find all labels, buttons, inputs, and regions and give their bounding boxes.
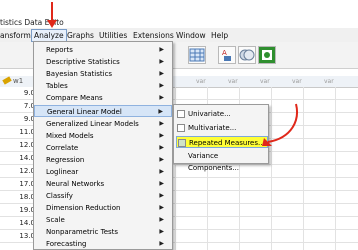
cell-w1[interactable]: 19.0 [0,204,36,216]
menu-item-label: Nonparametric Tests [46,228,119,236]
glm-submenu: Univariate... Multivariate... Repeated M… [173,104,269,172]
chevron-right-icon: ▶ [159,192,164,199]
chevron-right-icon: ▶ [159,70,164,77]
menu-item-label: Bayesian Statistics [46,70,113,78]
chevron-right-icon: ▶ [159,58,164,65]
column-header-var[interactable]: var [196,78,206,85]
cell-w1[interactable]: 14.0 [0,152,36,164]
cell-w1[interactable]: 18.0 [0,191,36,203]
chevron-right-icon: ▶ [159,82,164,89]
analyze-menu: Reports ▶ Descriptive Statistics ▶ Bayesia… [33,41,173,250]
menu-item-label: Neural Networks [46,180,105,188]
chevron-right-icon: ▶ [159,120,164,127]
chevron-right-icon: ▶ [159,94,164,101]
column-header-var[interactable]: var [260,78,270,85]
chevron-right-icon: ▶ [159,156,164,163]
menu-item-label: Compare Means [46,94,103,102]
univariate-icon [177,110,185,118]
submenu-item-repeated-measures[interactable]: Repeated Measures... [176,136,268,148]
chevron-right-icon: ▶ [159,144,164,151]
menu-item-label: Forecasting [46,240,87,248]
cell-w1[interactable]: 9.0 [0,87,36,99]
submenu-item-label: Multivariate... [188,124,237,132]
menu-item-scale[interactable]: Scale ▶ [34,214,172,226]
chevron-right-icon: ▶ [159,180,164,187]
menu-item-general-linear-model[interactable]: General Linear Model ▶ [34,105,172,117]
cell-w1[interactable]: 7.0 [0,100,36,112]
menu-utilities[interactable]: Utilities [99,31,127,40]
menu-item-label: Tables [46,82,68,90]
menu-item-bayesian-statistics[interactable]: Bayesian Statistics ▶ [34,68,172,80]
menu-item-correlate[interactable]: Correlate ▶ [34,142,172,154]
menu-item-nonparametric-tests[interactable]: Nonparametric Tests ▶ [34,226,172,238]
submenu-item-label: Univariate... [188,110,231,118]
menu-item-label: Reports [46,46,73,54]
repeated-measures-icon [178,139,186,147]
column-header-var[interactable]: var [292,78,302,85]
menu-item-label: General Linear Model [47,108,122,116]
menu-item-label: Mixed Models [46,132,94,140]
pencil-icon [2,76,12,85]
title-bar: tistics Data Edito [0,0,358,28]
menu-window[interactable]: Window [176,31,206,40]
svg-text:A: A [222,49,227,57]
menu-item-label: Regression [46,156,85,164]
menu-item-label: Loglinear [46,168,79,176]
menu-item-regression[interactable]: Regression ▶ [34,154,172,166]
sets-icon[interactable] [238,46,256,64]
chevron-right-icon: ▶ [159,132,164,139]
menu-item-label: Scale [46,216,65,224]
menu-extensions[interactable]: Extensions [133,31,174,40]
value-labels-icon[interactable]: A [218,46,236,64]
menu-item-mixed-models[interactable]: Mixed Models ▶ [34,130,172,142]
chevron-right-icon: ▶ [159,228,164,235]
menu-graphs[interactable]: Graphs [67,31,94,40]
menu-item-forecasting[interactable]: Forecasting ▶ [34,238,172,250]
menu-item-generalized-linear-models[interactable]: Generalized Linear Models ▶ [34,118,172,130]
column-header-var[interactable]: var [228,78,238,85]
cell-w1[interactable]: 12.0 [0,165,36,177]
menu-help[interactable]: Help [211,31,228,40]
submenu-item-multivariate[interactable]: Multivariate... [176,122,268,134]
menu-item-label: Descriptive Statistics [46,58,120,66]
menu-item-descriptive-statistics[interactable]: Descriptive Statistics ▶ [34,56,172,68]
menu-item-neural-networks[interactable]: Neural Networks ▶ [34,178,172,190]
chevron-right-icon: ▶ [159,240,164,247]
window-title: tistics Data Edito [0,18,64,27]
menu-item-tables[interactable]: Tables ▶ [34,80,172,92]
submenu-item-variance-components[interactable]: Variance Components... [176,150,268,172]
column-header-w1[interactable]: w1 [13,77,23,85]
cell-w1[interactable]: 11.0 [0,126,36,138]
cell-w1[interactable]: 9.0 [0,113,36,125]
grid-table-icon[interactable] [188,46,206,64]
menu-item-label: Generalized Linear Models [46,120,139,128]
cell-w1[interactable]: 12.0 [0,139,36,151]
menu-item-label: Dimension Reduction [46,204,121,212]
chevron-right-icon: ▶ [159,168,164,175]
menu-item-compare-means[interactable]: Compare Means ▶ [34,92,172,104]
menu-item-label: Classify [46,192,73,200]
chevron-right-icon: ▶ [159,204,164,211]
chevron-right-icon: ▶ [158,108,163,115]
menu-item-loglinear[interactable]: Loglinear ▶ [34,166,172,178]
run-icon[interactable] [258,46,276,64]
cell-w1[interactable]: 13.0 [0,230,36,242]
menu-item-classify[interactable]: Classify ▶ [34,190,172,202]
menu-item-reports[interactable]: Reports ▶ [34,44,172,56]
chevron-right-icon: ▶ [159,46,164,53]
submenu-item-univariate[interactable]: Univariate... [176,108,268,120]
column-header-var[interactable]: var [324,78,334,85]
submenu-item-label: Repeated Measures... [189,139,265,147]
multivariate-icon [177,124,185,132]
submenu-item-label: Variance Components... [188,152,239,172]
menu-item-dimension-reduction[interactable]: Dimension Reduction ▶ [34,202,172,214]
menu-transform[interactable]: ansform [0,31,31,40]
cell-w1[interactable]: 14.0 [0,217,36,229]
menu-item-label: Correlate [46,144,79,152]
chevron-right-icon: ▶ [159,216,164,223]
cell-w1[interactable]: 17.0 [0,178,36,190]
